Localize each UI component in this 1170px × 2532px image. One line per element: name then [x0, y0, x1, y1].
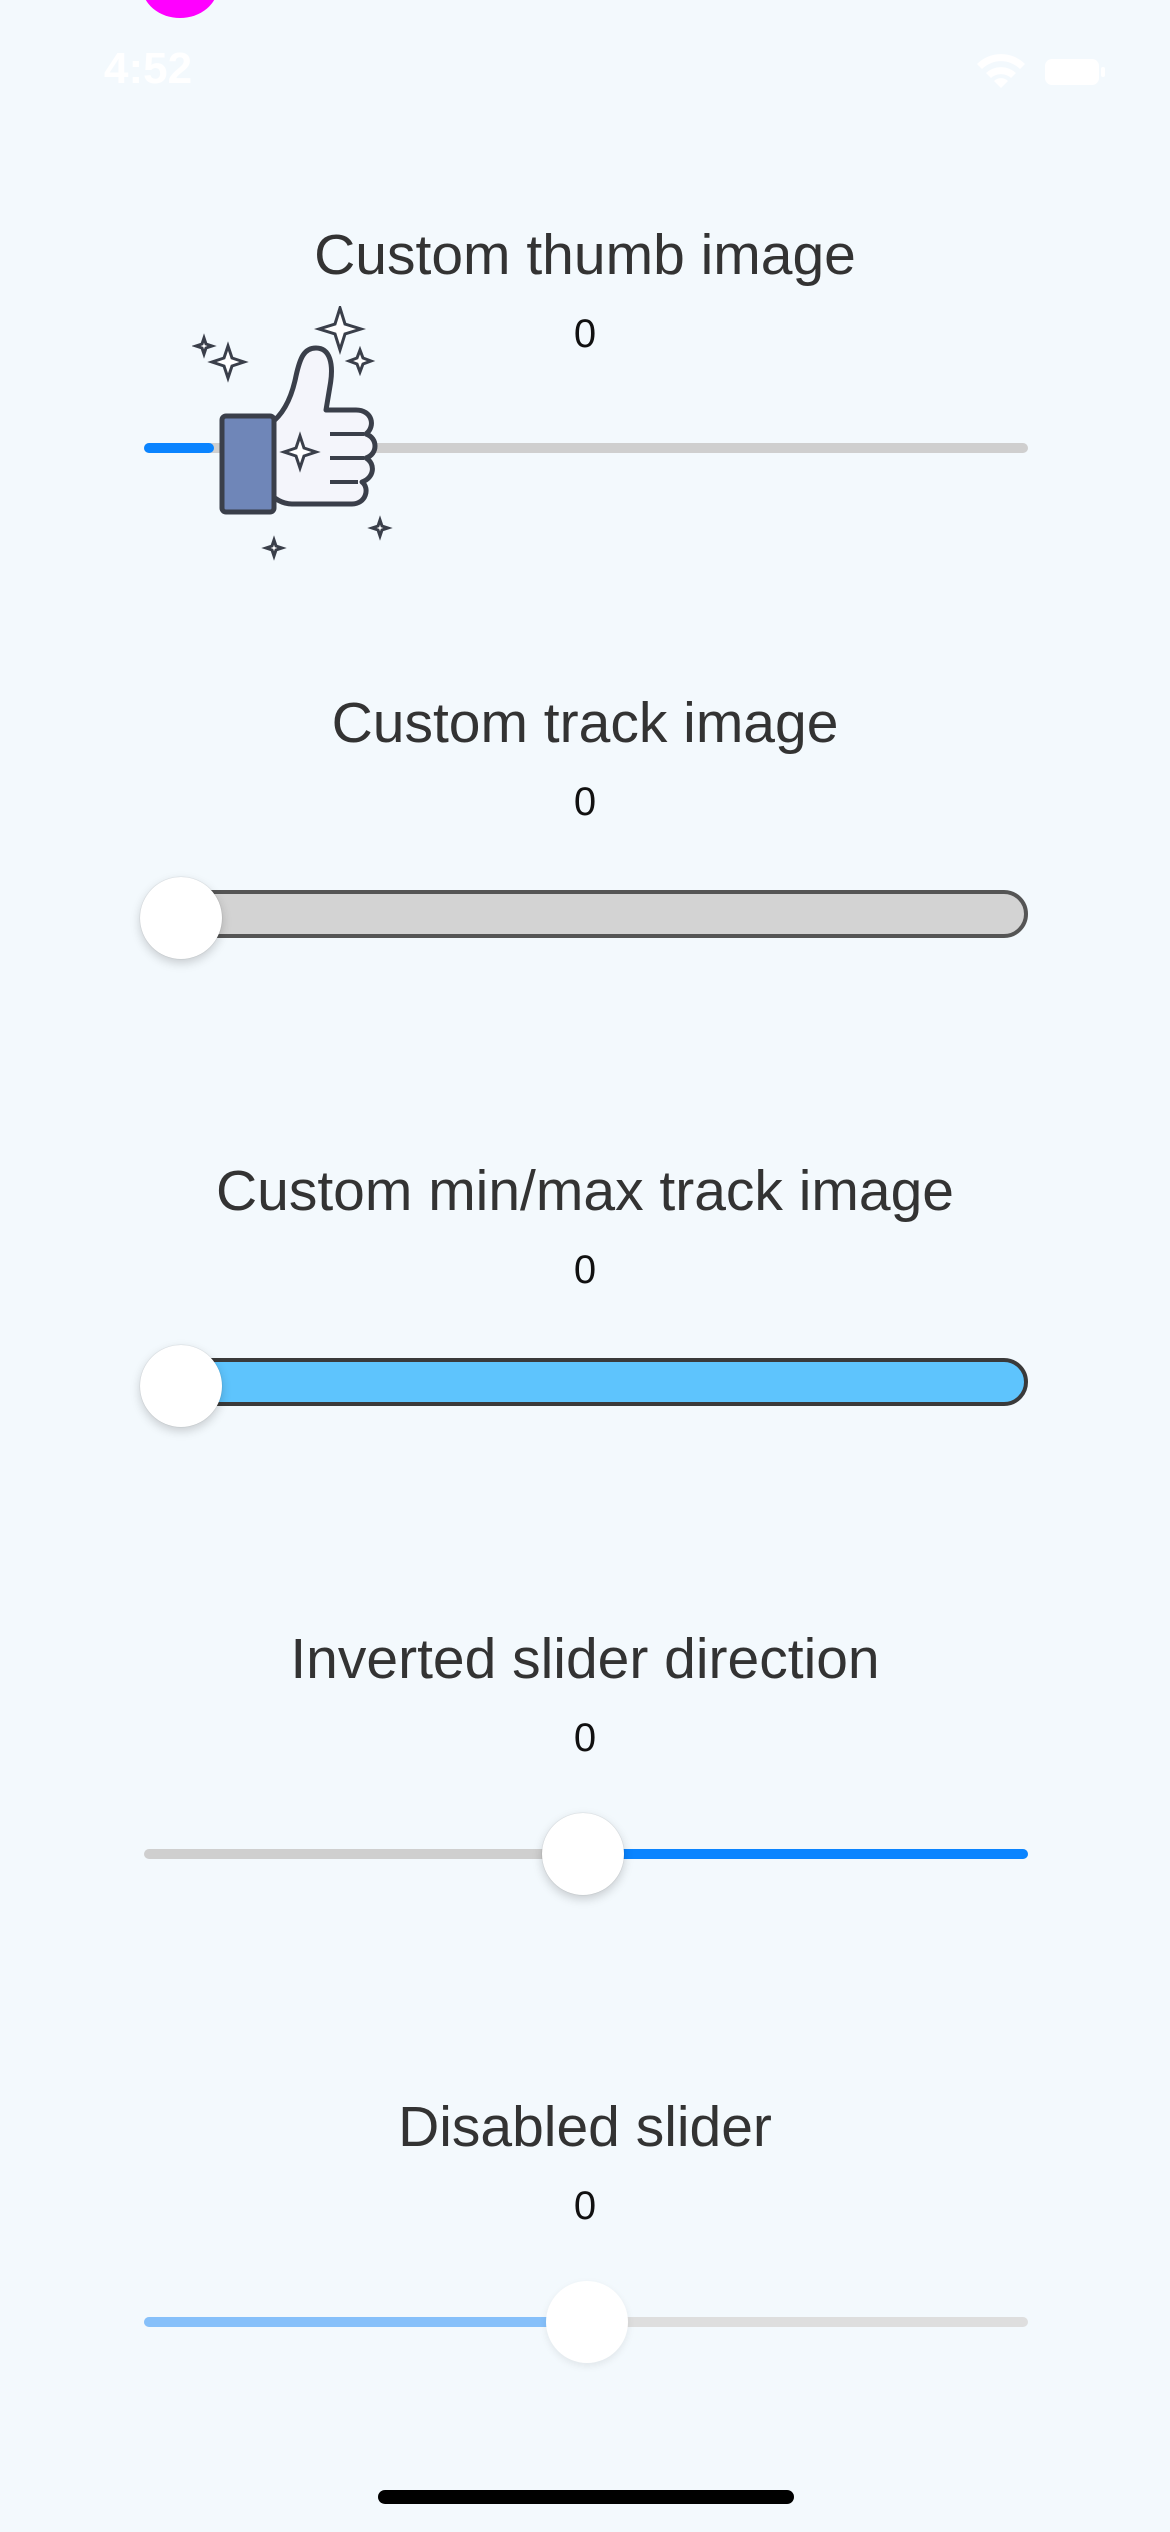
- section-value-custom-track: 0: [573, 780, 597, 824]
- inverted-direction-slider[interactable]: [144, 1804, 1028, 1904]
- slider-thumb: [546, 2281, 628, 2363]
- section-value-disabled-slider: 0: [573, 2184, 597, 2228]
- slider-thumb[interactable]: [140, 877, 222, 959]
- slider-thumb[interactable]: [542, 1813, 624, 1895]
- slider-track: [144, 1358, 1028, 1406]
- section-value-custom-min-max-track: 0: [573, 1248, 597, 1292]
- slider-min-track: [586, 1849, 1028, 1859]
- section-title-custom-min-max-track: Custom min/max track image: [215, 1159, 955, 1223]
- section-title-custom-thumb: Custom thumb image: [314, 223, 856, 287]
- slider-min-track: [144, 2317, 586, 2327]
- custom-thumb-slider[interactable]: [144, 306, 1028, 561]
- debug-indicator-dot: [142, 0, 218, 18]
- slider-track: [144, 890, 1028, 938]
- status-time: 4:52: [104, 44, 193, 93]
- battery-icon: [1045, 59, 1105, 85]
- custom-min-max-track-slider[interactable]: [140, 1336, 1028, 1436]
- section-title-inverted-slider: Inverted slider direction: [290, 1627, 880, 1691]
- wifi-icon: [977, 54, 1025, 88]
- home-indicator[interactable]: [378, 2490, 794, 2504]
- thumbs-up-icon[interactable]: [192, 306, 432, 566]
- custom-track-slider[interactable]: [140, 868, 1028, 968]
- disabled-slider: [144, 2272, 1028, 2372]
- section-value-custom-thumb: 0: [573, 312, 597, 356]
- slider-thumb[interactable]: [140, 1345, 222, 1427]
- section-title-custom-track: Custom track image: [331, 691, 839, 755]
- section-value-inverted-slider: 0: [573, 1716, 597, 1760]
- section-title-disabled-slider: Disabled slider: [398, 2095, 772, 2159]
